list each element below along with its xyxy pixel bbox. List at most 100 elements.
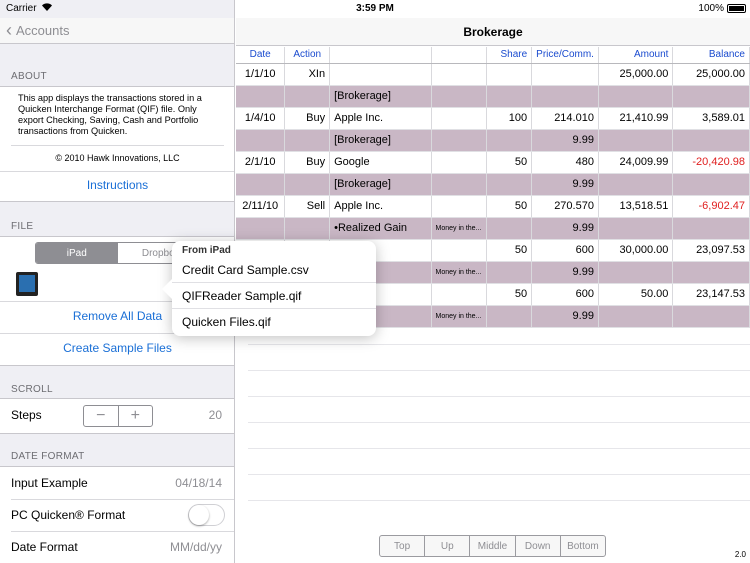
col-amount[interactable]: Amount [598, 47, 674, 64]
chevron-left-icon: ‹ [6, 20, 12, 40]
cell-share: 100 [486, 107, 533, 130]
popover-item-credit-card[interactable]: Credit Card Sample.csv [172, 257, 376, 283]
stepper-plus-button[interactable]: + [119, 406, 153, 426]
back-button[interactable]: ‹ Accounts [6, 20, 70, 40]
cell-empty [236, 85, 286, 108]
cell-date: 1/4/10 [236, 107, 286, 130]
split-row[interactable]: [Brokerage] 9.99 [236, 129, 750, 152]
cell-empty [672, 261, 750, 284]
cell-balance: 23,147.53 [672, 283, 750, 306]
cell-price: 9.99 [531, 261, 599, 284]
about-text: This app displays the transactions store… [18, 93, 202, 136]
steps-label: Steps [11, 408, 42, 422]
col-memo [431, 47, 488, 64]
cell-price: 9.99 [531, 129, 599, 152]
cell-price [531, 85, 599, 108]
cell-empty [598, 85, 674, 108]
cell-balance: -20,420.98 [672, 151, 750, 174]
split-row[interactable]: [Brokerage] [236, 85, 750, 108]
col-description [329, 47, 432, 64]
stepper-minus-button[interactable]: − [84, 406, 119, 426]
up-button[interactable]: Up [425, 536, 471, 556]
cell-balance: -6,902.47 [672, 195, 750, 218]
popover-item-quicken-files[interactable]: Quicken Files.qif [172, 309, 376, 335]
bottom-button[interactable]: Bottom [561, 536, 605, 556]
col-price[interactable]: Price/Comm. [531, 47, 599, 64]
cell-desc: [Brokerage] [329, 129, 432, 152]
cell-memo [431, 195, 488, 218]
pc-quicken-label: PC Quicken® Format [11, 508, 126, 522]
col-share[interactable]: Share [486, 47, 533, 64]
split-row[interactable]: •Realized Gain Money in the... 9.99 [236, 217, 750, 240]
cell-empty [598, 217, 674, 240]
cell-desc: Google [329, 151, 432, 174]
cell-amount: 21,410.99 [598, 107, 674, 130]
cell-price: 600 [531, 239, 599, 262]
cell-price: 600 [531, 283, 599, 306]
cell-balance: 25,000.00 [672, 63, 750, 86]
cell-empty [236, 217, 286, 240]
ipad-icon[interactable] [16, 272, 38, 296]
steps-value: 20 [208, 408, 222, 422]
copyright: © 2010 Hawk Innovations, LLC [55, 153, 180, 163]
cell-memo [431, 85, 488, 108]
cell-date: 2/1/10 [236, 151, 286, 174]
section-header-about: ABOUT [11, 71, 47, 82]
cell-empty [598, 129, 674, 152]
cell-price: 480 [531, 151, 599, 174]
cell-memo [431, 63, 488, 86]
scroll-segmented-control: Top Up Middle Down Bottom [379, 535, 606, 557]
table-row[interactable]: 1/4/10 Buy Apple Inc. 100 214.010 21,410.99 3,… [236, 107, 750, 130]
table-row[interactable]: 2/11/10 Sell Apple Inc. 50 270.570 13,518.51-… [236, 195, 750, 218]
input-example-value: 04/18/14 [175, 476, 222, 490]
back-label: Accounts [16, 22, 70, 38]
section-header-file: FILE [11, 221, 34, 232]
cell-empty [486, 305, 533, 328]
table-header-row: Date Action Share Price/Comm. Amount Bal… [236, 47, 750, 64]
file-popover: From iPad Credit Card Sample.csv QIFRead… [162, 241, 376, 336]
table-row[interactable]: 2/1/10 Buy Google 50 480 24,009.99 -20,420.98 [236, 151, 750, 174]
cell-memo [431, 283, 488, 306]
instructions-button[interactable]: Instructions [0, 178, 234, 192]
status-bar: Carrier 3:59 PM 100% [0, 0, 750, 18]
input-example-label: Input Example [11, 476, 88, 490]
cell-memo: Money in the... [431, 261, 488, 284]
cell-empty [284, 173, 331, 196]
cell-empty [672, 217, 750, 240]
cell-empty [672, 85, 750, 108]
cell-price: 214.010 [531, 107, 599, 130]
cell-date: 2/11/10 [236, 195, 286, 218]
segment-ipad[interactable]: iPad [36, 243, 118, 263]
col-date[interactable]: Date [236, 47, 286, 64]
pc-quicken-toggle[interactable] [188, 504, 225, 526]
col-balance[interactable]: Balance [672, 47, 750, 64]
create-sample-files-button[interactable]: Create Sample Files [0, 341, 234, 355]
popover-item-qifreader[interactable]: QIFReader Sample.qif [172, 283, 376, 309]
cell-action: Buy [284, 107, 331, 130]
steps-stepper: − + [83, 405, 153, 427]
cell-share [486, 63, 533, 86]
col-action[interactable]: Action [284, 47, 331, 64]
cell-share: 50 [486, 239, 533, 262]
cell-empty [672, 305, 750, 328]
cell-empty [284, 217, 331, 240]
cell-balance: 23,097.53 [672, 239, 750, 262]
section-header-scroll: SCROLL [11, 384, 53, 395]
cell-empty [598, 261, 674, 284]
cell-balance: 3,589.01 [672, 107, 750, 130]
down-button[interactable]: Down [516, 536, 561, 556]
cell-price: 9.99 [531, 305, 599, 328]
table-row[interactable]: 1/1/10 XIn 25,000.00 25,000.00 [236, 63, 750, 86]
cell-empty [236, 173, 286, 196]
cell-empty [284, 129, 331, 152]
cell-date: 1/1/10 [236, 63, 286, 86]
cell-amount: 13,518.51 [598, 195, 674, 218]
date-format-value[interactable]: MM/dd/yy [170, 540, 222, 554]
cell-action: XIn [284, 63, 331, 86]
cell-amount: 24,009.99 [598, 151, 674, 174]
split-row[interactable]: [Brokerage] 9.99 [236, 173, 750, 196]
cell-share: 50 [486, 151, 533, 174]
cell-memo [431, 107, 488, 130]
middle-button[interactable]: Middle [470, 536, 516, 556]
top-button[interactable]: Top [380, 536, 426, 556]
